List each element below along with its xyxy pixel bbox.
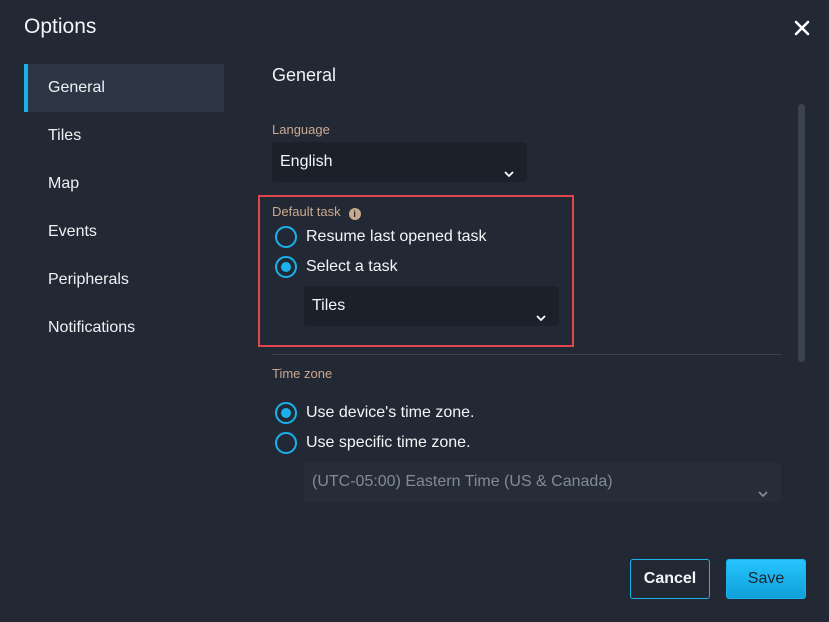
language-select[interactable]: English [272,142,527,182]
dialog-title: Options [24,15,97,38]
section-title: General [272,65,337,85]
close-icon[interactable] [790,16,814,40]
radio-label: Use specific time zone. [306,434,471,451]
cancel-button[interactable]: Cancel [630,559,710,599]
task-value: Tiles [312,297,346,314]
time-zone-label: Time zone [272,366,333,381]
radio-device-time-zone[interactable]: Use device's time zone. [275,400,474,426]
chevron-down-icon [503,156,515,178]
nav-item-map[interactable]: Map [24,160,224,208]
default-task-label: Default task [272,204,341,219]
options-dialog: Options General Tiles Map Events Periphe… [0,0,829,622]
radio-select-a-task[interactable]: Select a task [275,254,398,280]
info-icon[interactable]: i [348,208,361,220]
task-select[interactable]: Tiles [304,286,559,326]
time-zone-value: (UTC-05:00) Eastern Time (US & Canada) [312,473,613,490]
radio-label: Resume last opened task [306,228,487,245]
radio-button[interactable] [275,226,297,248]
default-task-label-row: Default task i [272,204,361,220]
time-zone-select: (UTC-05:00) Eastern Time (US & Canada) [304,462,781,502]
radio-resume-last-task[interactable]: Resume last opened task [275,224,487,250]
section-divider [272,354,782,355]
save-button[interactable]: Save [726,559,806,599]
chevron-down-icon [757,476,769,498]
radio-specific-time-zone[interactable]: Use specific time zone. [275,430,471,456]
options-nav: General Tiles Map Events Peripherals Not… [24,64,224,352]
radio-button[interactable] [275,432,297,454]
scrollbar-thumb[interactable] [798,104,805,362]
radio-button[interactable] [275,402,297,424]
nav-item-notifications[interactable]: Notifications [24,304,224,352]
nav-item-tiles[interactable]: Tiles [24,112,224,160]
language-label: Language [272,122,330,137]
nav-item-peripherals[interactable]: Peripherals [24,256,224,304]
nav-item-general[interactable]: General [24,64,224,112]
radio-label: Select a task [306,258,398,275]
language-value: English [280,153,333,170]
radio-button[interactable] [275,256,297,278]
chevron-down-icon [535,300,547,322]
nav-item-events[interactable]: Events [24,208,224,256]
radio-label: Use device's time zone. [306,404,475,421]
